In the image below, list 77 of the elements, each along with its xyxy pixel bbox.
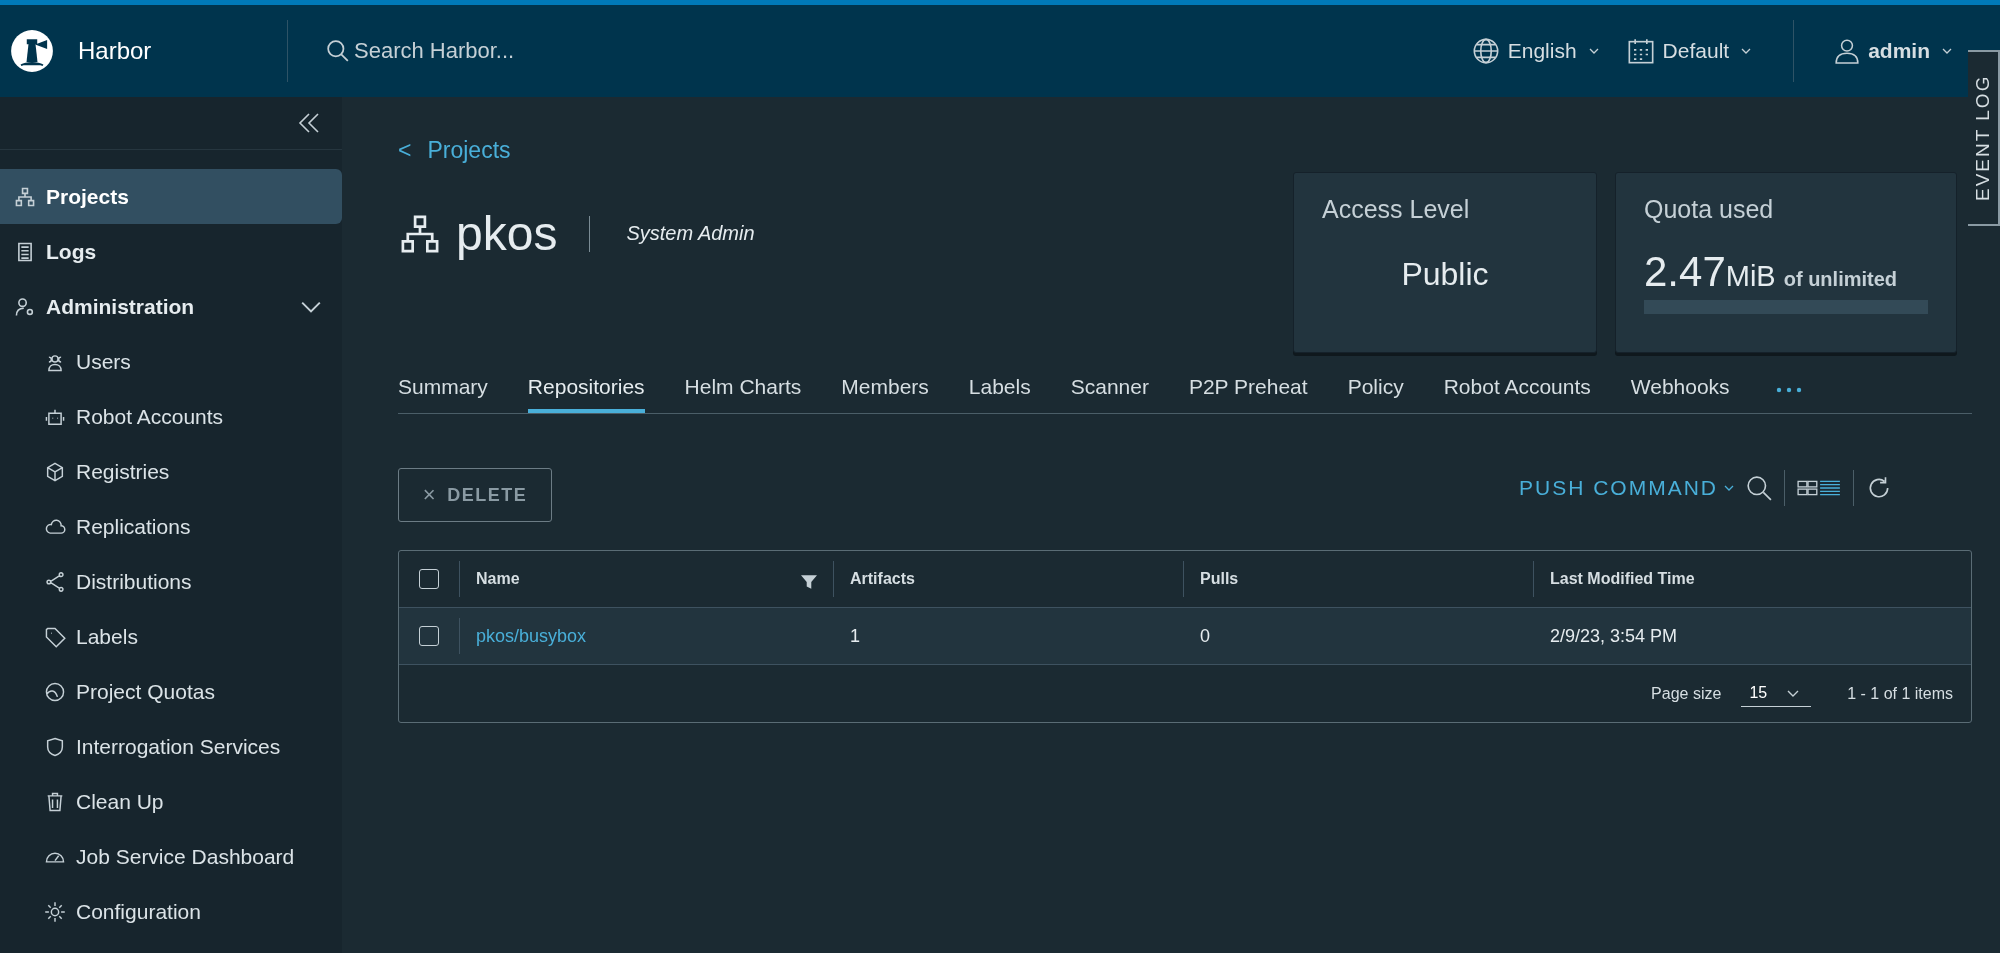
card-title: Quota used: [1644, 195, 1775, 224]
sidebar-item[interactable]: Users: [0, 334, 342, 389]
sidebar-item[interactable]: Job Service Dashboard: [0, 829, 342, 884]
filter-icon[interactable]: [801, 574, 817, 590]
tab[interactable]: Helm Charts: [684, 375, 802, 413]
tab[interactable]: Scanner: [1070, 375, 1149, 413]
hierarchy-icon: [14, 185, 36, 208]
column-header[interactable]: Last Modified Time: [1550, 570, 1695, 588]
settings-icon: [44, 900, 66, 923]
sidebar-item[interactable]: Project Quotas: [0, 664, 342, 719]
repository-link[interactable]: pkos/busybox: [476, 625, 587, 646]
cube-icon: [44, 460, 66, 483]
shield-icon: [44, 735, 66, 758]
sidebar-item[interactable]: Robot Accounts: [0, 389, 342, 444]
select-all-checkbox[interactable]: [419, 569, 439, 589]
caret-icon: [1741, 48, 1752, 54]
column-header[interactable]: Pulls: [1200, 570, 1239, 588]
project-name: pkos: [456, 206, 558, 261]
brand-name: Harbor: [78, 37, 152, 65]
table-cell: 0: [1200, 625, 1210, 646]
user-icon: [1834, 38, 1861, 64]
search-icon: [326, 39, 350, 63]
language-menu[interactable]: English: [1471, 37, 1599, 65]
row-checkbox[interactable]: [419, 626, 439, 646]
globe-icon: [1471, 37, 1500, 65]
sidebar-item[interactable]: Registries: [0, 444, 342, 499]
breadcrumb-link[interactable]: < Projects: [398, 137, 511, 164]
sidebar-item[interactable]: Interrogation Services: [0, 719, 342, 774]
gauge-icon: [44, 680, 66, 703]
page-size-label: Page size: [1651, 684, 1722, 703]
sidebar-item[interactable]: Distributions: [0, 554, 342, 609]
lighthouse-logo-icon: [10, 29, 54, 73]
access-level-value: Public: [1400, 256, 1490, 293]
tab[interactable]: Labels: [968, 375, 1031, 413]
role-label: System Admin: [626, 222, 755, 245]
tab[interactable]: Members: [841, 375, 929, 413]
tag-icon: [44, 625, 66, 648]
column-header[interactable]: Artifacts: [850, 570, 915, 588]
card-title: Access Level: [1322, 195, 1471, 224]
search-field[interactable]: Search Harbor...: [352, 37, 656, 65]
column-header[interactable]: Name: [476, 570, 520, 588]
share-icon: [44, 570, 66, 593]
tab[interactable]: Summary: [398, 375, 488, 413]
double-chevron-left-icon[interactable]: [298, 112, 320, 134]
sidebar-item[interactable]: Replications: [0, 499, 342, 554]
table-cell: 1: [850, 625, 860, 646]
tab[interactable]: Policy: [1347, 375, 1404, 413]
calendar-icon: [1626, 37, 1655, 65]
chevron-icon: [300, 299, 322, 314]
sidebar-item[interactable]: Administration: [0, 279, 342, 334]
sidebar-item[interactable]: Configuration: [0, 884, 342, 939]
quota-limit: of unlimited: [1783, 268, 1898, 291]
search-icon[interactable]: [1746, 475, 1772, 501]
quota-amount: 2.47: [1644, 248, 1726, 296]
page-size-select[interactable]: 15: [1741, 680, 1812, 707]
user-menu[interactable]: admin: [1834, 38, 1952, 64]
theme-menu[interactable]: Default: [1626, 37, 1752, 65]
user-gear-icon: [14, 295, 36, 318]
event-log-tab[interactable]: EVENT LOG: [1968, 50, 2000, 226]
caret-icon: [1724, 485, 1734, 491]
tab[interactable]: P2P Preheat: [1188, 375, 1308, 413]
sidebar-item[interactable]: Projects: [0, 169, 342, 224]
caret-icon: [1787, 689, 1800, 697]
tab[interactable]: Repositories: [527, 375, 645, 413]
more-icon[interactable]: [1775, 387, 1802, 393]
tab[interactable]: Webhooks: [1630, 375, 1730, 413]
sidebar-item[interactable]: Labels: [0, 609, 342, 664]
quota-unit: MiB: [1725, 260, 1776, 293]
view-toggle-icon[interactable]: [1797, 478, 1841, 498]
sidebar-item[interactable]: Logs: [0, 224, 342, 279]
tab[interactable]: Robot Accounts: [1443, 375, 1591, 413]
sidebar-item[interactable]: Clean Up: [0, 774, 342, 829]
push-command-button[interactable]: PUSH COMMAND: [1519, 476, 1734, 500]
caret-icon: [1942, 48, 1952, 54]
table-cell: 2/9/23, 3:54 PM: [1550, 625, 1678, 646]
caret-icon: [1588, 48, 1599, 54]
pagination-range: 1 - 1 of 1 items: [1847, 684, 1953, 703]
